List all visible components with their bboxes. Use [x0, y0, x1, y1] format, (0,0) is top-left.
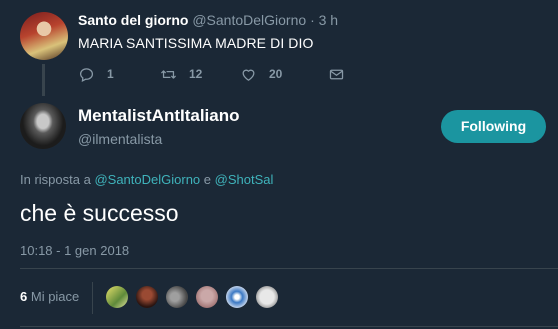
author-handle[interactable]: @ilmentalista: [78, 131, 162, 147]
heart-icon: [242, 69, 255, 81]
separator-dot: ·: [310, 12, 315, 28]
reply-context: In risposta a @SantoDelGiorno e @ShotSal: [20, 172, 273, 187]
reply-button[interactable]: 1: [78, 66, 160, 83]
retweet-button[interactable]: 12: [160, 66, 240, 83]
main-tweet-header: MentalistAntItaliano @ilmentalista Follo…: [20, 103, 546, 153]
likes-row: 6 Mi piace: [20, 270, 558, 325]
reply-prefix: In risposta a: [20, 172, 91, 187]
author-display-name[interactable]: MentalistAntItaliano: [78, 106, 240, 126]
following-button[interactable]: Following: [441, 110, 546, 143]
main-tweet-text: che è successo: [20, 200, 179, 226]
reply-count: 1: [107, 67, 114, 81]
like-count: 20: [269, 67, 283, 81]
like-button[interactable]: 20: [240, 66, 328, 83]
parent-handle[interactable]: @SantoDelGiorno: [192, 12, 306, 28]
parent-tweet[interactable]: Santo del giorno @SantoDelGiorno · 3 h M…: [0, 0, 558, 96]
parent-tweet-text: MARIA SANTISSIMA MADRE DI DIO: [78, 35, 314, 51]
liker-avatar[interactable]: [256, 286, 278, 308]
divider: [20, 326, 558, 327]
parent-display-name[interactable]: Santo del giorno: [78, 12, 188, 28]
direct-message-button[interactable]: [328, 66, 345, 83]
thread-line: [42, 64, 45, 96]
parent-tweet-actions: 1 12 20: [78, 64, 345, 84]
parent-tweet-header: Santo del giorno @SantoDelGiorno · 3 h: [78, 12, 338, 28]
divider: [20, 268, 558, 269]
liker-avatar[interactable]: [136, 286, 158, 308]
mention-link-santodelgiorno[interactable]: @SantoDelGiorno: [94, 172, 200, 187]
vertical-divider: [92, 282, 93, 314]
parent-timestamp[interactable]: 3 h: [319, 12, 338, 28]
mention-link-shotsal[interactable]: @ShotSal: [215, 172, 274, 187]
retweet-count: 12: [189, 67, 203, 81]
reply-conjunction: e: [203, 172, 212, 187]
retweet-icon: [161, 69, 176, 79]
likes-number: 6: [20, 289, 28, 304]
liker-avatar[interactable]: [196, 286, 218, 308]
main-tweet-timestamp[interactable]: 10:18 - 1 gen 2018: [20, 243, 129, 258]
parent-avatar[interactable]: [20, 12, 68, 60]
likes-count[interactable]: 6 Mi piace: [20, 289, 79, 304]
liker-avatar[interactable]: [226, 286, 248, 308]
liker-avatar[interactable]: [106, 286, 128, 308]
reply-icon: [79, 67, 94, 82]
mail-icon: [329, 69, 344, 79]
likes-label: Mi piace: [30, 289, 80, 304]
author-avatar[interactable]: [20, 103, 66, 149]
liker-avatar[interactable]: [166, 286, 188, 308]
